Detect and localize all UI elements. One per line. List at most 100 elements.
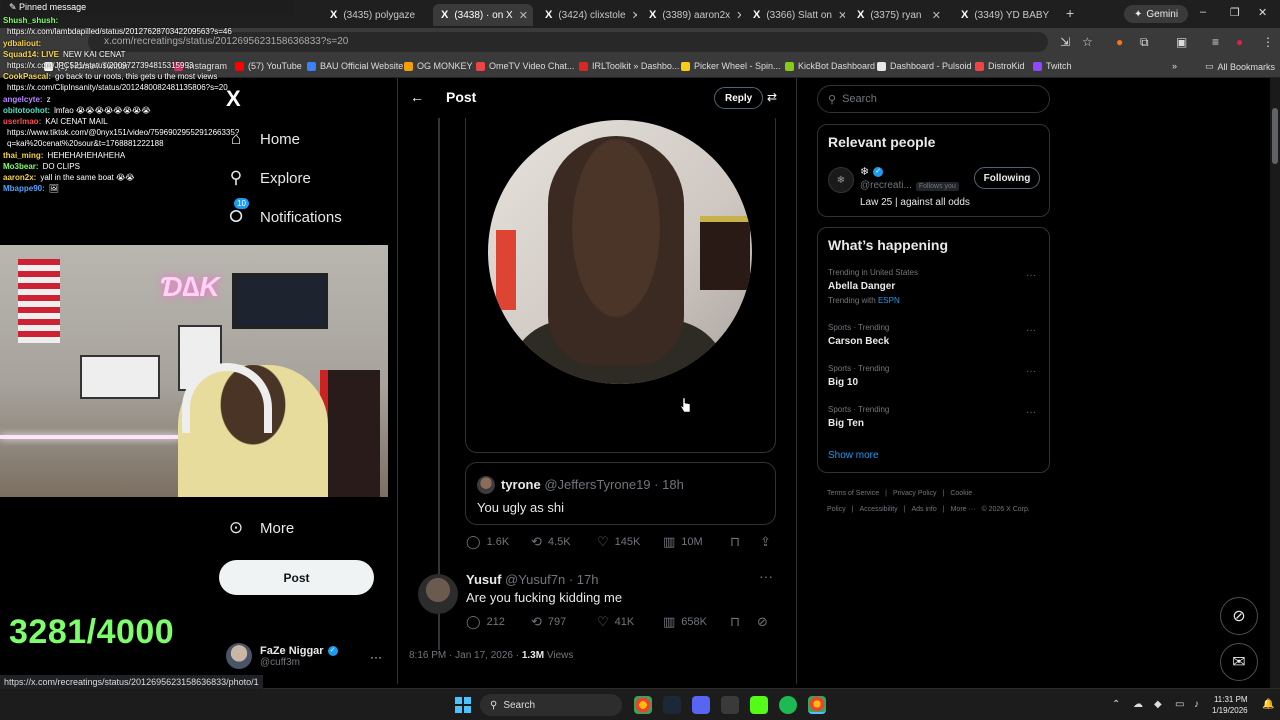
bookmark-item[interactable]: OmeTV Video Chat...: [476, 61, 574, 71]
messages-float-button[interactable]: ✉: [1220, 643, 1258, 681]
menu-list-icon[interactable]: ≡: [1212, 35, 1219, 49]
more-dots-icon[interactable]: ···: [1026, 366, 1036, 377]
spotify-icon[interactable]: [779, 696, 797, 714]
close-tab-icon[interactable]: ✕: [421, 9, 422, 22]
tray-app-icon[interactable]: ◆: [1154, 699, 1162, 710]
gemini-button[interactable]: ✦ Gemini: [1124, 5, 1189, 23]
browser-tab[interactable]: X(3435) polygaze✕: [322, 4, 422, 26]
kick-icon[interactable]: [750, 696, 768, 714]
puzzle-icon[interactable]: ⧉: [1140, 35, 1149, 50]
reply-action[interactable]: ◯ 1.6K: [466, 534, 509, 550]
footer-link[interactable]: More ···: [951, 506, 976, 513]
reply-button[interactable]: Reply: [714, 87, 764, 109]
bookmark-item[interactable]: BAU Official Website: [307, 61, 403, 71]
account-switcher[interactable]: FaZe Niggar ✓ @cuff3m: [226, 643, 338, 669]
close-tab-icon[interactable]: ✕: [632, 9, 637, 22]
bookmark-action[interactable]: ⊓: [730, 534, 740, 550]
more-dots-icon[interactable]: ···: [1026, 407, 1036, 418]
trend-item[interactable]: Sports · Trending Carson Beck: [828, 323, 889, 347]
back-arrow-icon[interactable]: ←: [410, 89, 424, 105]
repost-action[interactable]: ⟲ 4.5K: [531, 534, 571, 550]
footer-link[interactable]: Terms of Service: [827, 490, 879, 497]
following-button[interactable]: Following: [974, 167, 1040, 189]
close-tab-icon[interactable]: ✕: [519, 9, 528, 22]
minimize-icon[interactable]: –: [1200, 6, 1206, 18]
person-name[interactable]: ❄ ✓: [860, 165, 884, 178]
browser-tab[interactable]: X (3366) Slatt on ✕: [745, 4, 845, 26]
quote-header: tyrone @JeffersTyrone19 · 18h: [501, 477, 684, 492]
kebab-menu-icon[interactable]: ⋮: [1262, 35, 1274, 49]
close-tab-icon[interactable]: ✕: [932, 9, 941, 22]
bookmark-item[interactable]: Dashboard - Pulsoid: [877, 61, 972, 71]
post-media-card[interactable]: [465, 118, 776, 453]
star-icon[interactable]: ☆: [1082, 35, 1093, 49]
views-action[interactable]: ▥ 658K: [663, 614, 707, 630]
bookmark-item[interactable]: KickBot Dashboard: [785, 61, 875, 71]
browser-tab[interactable]: X(3349) YD BABY✕: [953, 4, 1053, 26]
all-bookmarks[interactable]: ▭ All Bookmarks: [1205, 61, 1275, 72]
bookmarks-overflow-icon[interactable]: »: [1172, 61, 1177, 71]
share-action[interactable]: ⇪: [760, 534, 771, 550]
browser-tab[interactable]: X (3375) ryan ✕: [849, 4, 949, 26]
steam-icon[interactable]: [663, 696, 681, 714]
trend-item[interactable]: Sports · Trending Big Ten: [828, 405, 889, 429]
footer-link[interactable]: Ads info: [911, 506, 936, 513]
new-tab-button[interactable]: +: [1066, 5, 1074, 21]
extension-icon[interactable]: ●: [1116, 35, 1123, 49]
reply-action[interactable]: ◯ 212: [466, 614, 505, 630]
footer-link[interactable]: Accessibility: [860, 506, 898, 513]
close-tab-icon[interactable]: ✕: [838, 9, 845, 22]
bookmark-item[interactable]: OG MONKEY: [404, 61, 473, 71]
like-action[interactable]: ♡ 41K: [597, 614, 634, 630]
filter-icon[interactable]: ⇄: [767, 90, 777, 104]
browser-tab[interactable]: X (3389) aaron2x ✕: [641, 4, 741, 26]
sidepanel-icon[interactable]: ▣: [1176, 35, 1187, 49]
discord-icon[interactable]: [692, 696, 710, 714]
grok-action[interactable]: ⊘: [757, 614, 768, 630]
close-tab-icon[interactable]: ✕: [736, 9, 741, 22]
bookmark-item[interactable]: DistroKid: [975, 61, 1025, 71]
repost-action[interactable]: ⟲ 797: [531, 614, 566, 630]
more-dots-icon[interactable]: ···: [759, 568, 773, 584]
install-icon[interactable]: ⇲: [1060, 35, 1070, 49]
browser-tab[interactable]: X (3438) · on X ✕: [433, 4, 533, 26]
more-dots-icon[interactable]: ···: [1026, 325, 1036, 336]
search-input[interactable]: ⚲ Search: [817, 85, 1050, 113]
profile-icon[interactable]: ●: [1236, 35, 1243, 49]
avatar[interactable]: ❄: [828, 167, 854, 193]
bookmark-item[interactable]: Picker Wheel - Spin...: [681, 61, 781, 71]
tray-chevron-icon[interactable]: ⌃: [1112, 699, 1120, 710]
nav-more[interactable]: ⊙ More: [226, 518, 294, 538]
footer-link[interactable]: Privacy Policy: [893, 490, 937, 497]
bookmark-action[interactable]: ⊓: [730, 614, 740, 630]
browser-tab[interactable]: X (3424) clixstole ✕: [537, 4, 637, 26]
taskbar-clock[interactable]: 11:31 PM 1/19/2026: [1212, 694, 1248, 716]
more-dots-icon[interactable]: ···: [1026, 270, 1036, 281]
post-button[interactable]: Post: [219, 560, 374, 595]
show-more-link[interactable]: Show more: [828, 450, 879, 461]
taskbar-search[interactable]: ⚲ Search: [480, 694, 622, 716]
notification-bell-icon[interactable]: 🔔: [1262, 699, 1274, 710]
chrome-active-icon[interactable]: [808, 696, 826, 714]
views-action[interactable]: ▥ 10M: [663, 534, 703, 550]
footer-link[interactable]: © 2026 X Corp.: [981, 506, 1029, 513]
bookmark-item[interactable]: Twitch: [1033, 61, 1072, 71]
trend-item[interactable]: Sports · Trending Big 10: [828, 364, 889, 388]
scrollbar-thumb[interactable]: [1272, 108, 1278, 164]
network-icon[interactable]: ▭: [1175, 699, 1184, 710]
close-window-icon[interactable]: ✕: [1258, 6, 1267, 19]
windows-start-icon[interactable]: [455, 697, 471, 713]
maximize-icon[interactable]: ❐: [1230, 6, 1240, 19]
grok-float-button[interactable]: ⊘: [1220, 597, 1258, 635]
onedrive-icon[interactable]: ☁: [1133, 699, 1143, 710]
quoted-post[interactable]: tyrone @JeffersTyrone19 · 18h You ugly a…: [465, 462, 776, 525]
like-action[interactable]: ♡ 145K: [597, 534, 640, 550]
circular-photo[interactable]: [488, 120, 752, 384]
more-dots-icon[interactable]: ···: [370, 650, 382, 664]
volume-icon[interactable]: ♪: [1194, 699, 1199, 710]
bookmark-item[interactable]: IRLToolkit » Dashbo...: [579, 61, 679, 71]
obs-icon[interactable]: [721, 696, 739, 714]
trend-item[interactable]: Trending in United States Abella Danger Tr…: [828, 268, 918, 305]
scrollbar[interactable]: [1270, 78, 1280, 688]
chrome-icon[interactable]: [634, 696, 652, 714]
